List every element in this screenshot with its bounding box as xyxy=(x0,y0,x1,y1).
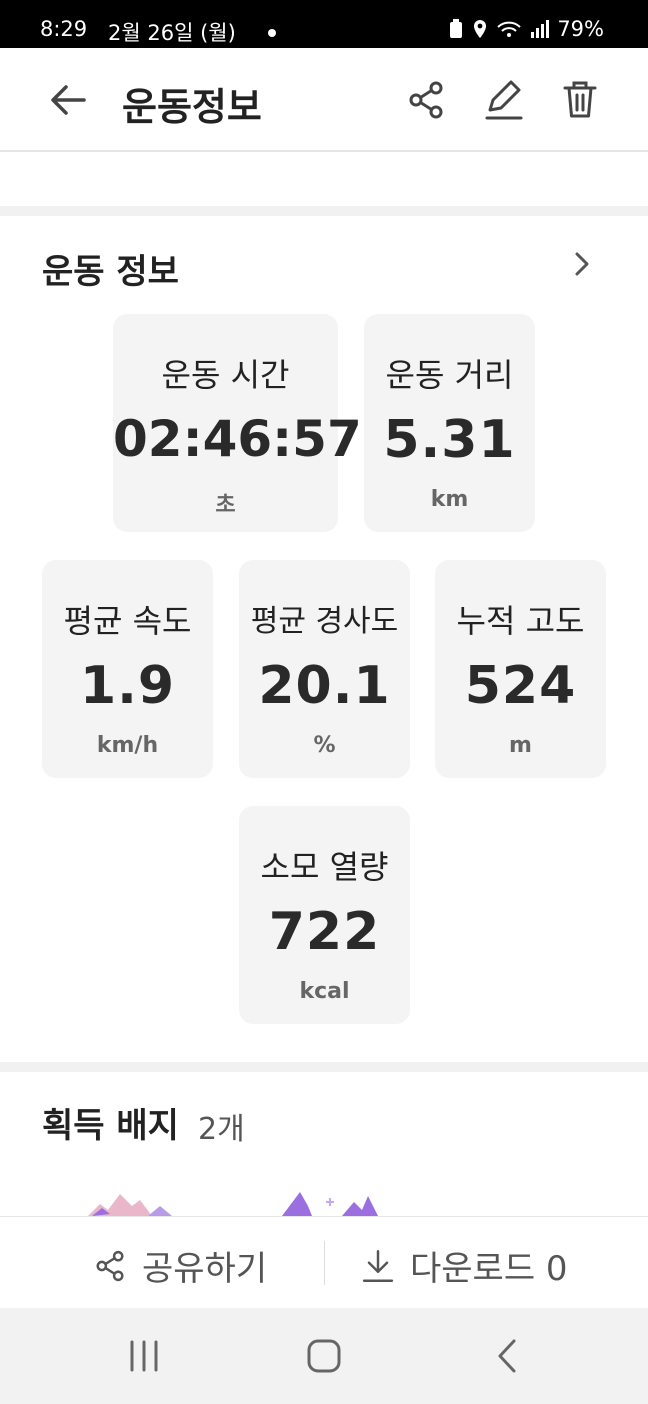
status-icons xyxy=(448,19,550,39)
page-title: 운동정보 xyxy=(122,85,262,129)
stat-value: 1.9 xyxy=(79,656,176,716)
share-icon xyxy=(96,1250,124,1281)
stat-card-avg-speed: 평균 속도 1.9 km/h xyxy=(42,560,213,778)
download-label: 다운로드 0 xyxy=(410,1249,568,1289)
section-divider xyxy=(0,206,648,216)
wifi-icon xyxy=(497,21,521,37)
badges-count: 2개 xyxy=(198,1112,245,1147)
chevron-right-icon[interactable] xyxy=(568,250,596,278)
status-time: 8:29 xyxy=(40,17,88,41)
stat-label: 운동 거리 xyxy=(385,356,514,394)
back-nav-icon[interactable] xyxy=(488,1338,528,1374)
stat-label: 운동 시간 xyxy=(161,356,290,394)
stat-card-time: 운동 시간 02:46:57 초 xyxy=(113,314,362,532)
share-label: 공유하기 xyxy=(142,1249,268,1289)
stat-card-elevation: 누적 고도 524 m xyxy=(435,560,606,778)
stat-card-distance: 운동 거리 5.31 km xyxy=(364,314,535,532)
stat-unit: m xyxy=(509,733,532,758)
signal-icon xyxy=(531,20,549,38)
notification-dot-icon xyxy=(268,29,276,37)
download-button[interactable]: 다운로드 0 xyxy=(360,1241,568,1290)
edit-pencil-icon[interactable] xyxy=(482,78,526,122)
battery-saver-icon xyxy=(450,19,462,38)
back-arrow-icon[interactable] xyxy=(46,78,90,122)
stat-card-avg-slope: 평균 경사도 20.1 % xyxy=(239,560,410,778)
recent-apps-icon[interactable] xyxy=(124,1338,164,1374)
share-button[interactable]: 공유하기 xyxy=(92,1241,267,1290)
stat-unit: km/h xyxy=(96,733,159,758)
location-icon xyxy=(474,20,486,38)
stat-unit: 초 xyxy=(215,493,236,518)
stat-unit: % xyxy=(313,733,336,758)
stat-value: 5.31 xyxy=(383,410,516,470)
stat-value: 02:46:57 xyxy=(113,410,362,468)
share-icon[interactable] xyxy=(404,78,448,122)
action-bar: 공유하기 다운로드 0 xyxy=(0,1216,648,1308)
status-bar: 8:29 2월 26일 (월) 79% xyxy=(0,0,648,48)
stat-value: 722 xyxy=(268,902,381,962)
stat-label: 평균 경사도 xyxy=(250,604,399,639)
stat-label: 누적 고도 xyxy=(456,602,585,640)
status-date: 2월 26일 (월) xyxy=(108,21,236,45)
download-icon xyxy=(362,1249,394,1282)
stat-unit: kcal xyxy=(299,979,350,1004)
system-nav-bar xyxy=(0,1308,648,1404)
stat-unit: km xyxy=(430,487,469,512)
mountain-badge-icon[interactable] xyxy=(88,1188,178,1216)
workout-section-title: 운동 정보 xyxy=(42,252,179,292)
action-divider xyxy=(324,1241,325,1285)
mountain-badge-icon[interactable] xyxy=(282,1188,382,1216)
stat-label: 소모 열량 xyxy=(260,848,389,886)
app-bar: 운동정보 xyxy=(0,48,648,152)
stat-value: 20.1 xyxy=(258,656,391,716)
badges-section-title: 획득 배지 xyxy=(42,1106,179,1146)
stat-label: 평균 속도 xyxy=(63,602,192,640)
home-icon[interactable] xyxy=(304,1338,344,1374)
stat-card-calories: 소모 열량 722 kcal xyxy=(239,806,410,1024)
section-divider xyxy=(0,1062,648,1072)
battery-level: 79% xyxy=(557,17,604,41)
stat-value: 524 xyxy=(464,656,577,716)
trash-icon[interactable] xyxy=(558,78,602,122)
